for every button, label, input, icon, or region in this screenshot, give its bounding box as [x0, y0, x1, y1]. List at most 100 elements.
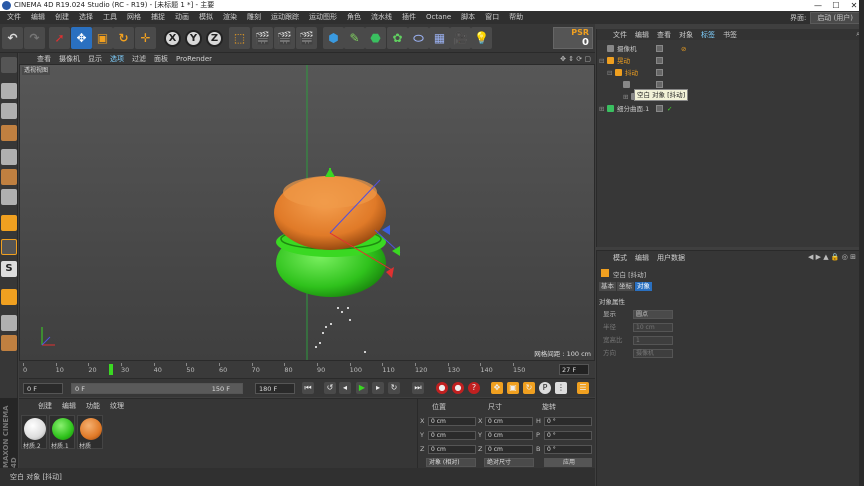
start-frame-field[interactable]: 0 F: [23, 383, 63, 394]
x-axis-lock-button[interactable]: X: [164, 30, 181, 47]
menu-create[interactable]: 创建: [50, 11, 74, 24]
menu-help[interactable]: 帮助: [504, 11, 528, 24]
menu-character[interactable]: 角色: [342, 11, 366, 24]
scale-tool-icon[interactable]: ▣: [92, 27, 113, 49]
menu-octane[interactable]: Octane: [421, 11, 456, 24]
points-mode-icon[interactable]: [1, 149, 17, 165]
key-position-button[interactable]: ✥: [491, 382, 503, 394]
tab-basic[interactable]: 基本: [599, 282, 616, 291]
viewport-nav-icons[interactable]: ✥ ⇕ ⟳ ▢: [560, 55, 591, 63]
timeline[interactable]: 0 10 20 30 40 50 60 70 80 90 100 110 120 130 140 150 27…: [19, 361, 595, 379]
previous-key-button[interactable]: ↺: [324, 382, 336, 394]
menu-select[interactable]: 选择: [74, 11, 98, 24]
object-name[interactable]: 摄像机: [617, 44, 637, 54]
axis-mode-icon[interactable]: [1, 215, 17, 231]
previous-frame-button[interactable]: ◂: [339, 382, 351, 394]
material-menu-texture[interactable]: 纹理: [105, 401, 129, 411]
expand-icon[interactable]: ⊞: [623, 92, 628, 102]
menu-tools[interactable]: 工具: [98, 11, 122, 24]
om-menu-bookmarks[interactable]: 书签: [719, 30, 741, 40]
menu-motion-tracking[interactable]: 运动跟踪: [266, 11, 304, 24]
object-name[interactable]: 晃动: [617, 56, 630, 66]
size-y-field[interactable]: 0 cm: [485, 431, 533, 440]
end-frame-field[interactable]: 180 F: [255, 383, 295, 394]
redo-button[interactable]: ↷: [24, 27, 45, 49]
deformer-icon[interactable]: ⬭: [408, 27, 429, 49]
render-view-icon[interactable]: 🎬: [252, 27, 273, 49]
pos-y-field[interactable]: 0 cm: [428, 431, 476, 440]
workplane-mode-icon[interactable]: [1, 125, 17, 141]
pos-x-field[interactable]: 0 cm: [428, 417, 476, 426]
layout-select[interactable]: 启动 (用户): [810, 11, 860, 24]
autokey-button[interactable]: ●: [452, 382, 464, 394]
frame-range-slider[interactable]: 0 F 150 F: [71, 383, 243, 394]
pen-spline-icon[interactable]: ✎: [344, 27, 365, 49]
grid-workplane-icon[interactable]: [1, 335, 17, 351]
expand-icon[interactable]: ⊟: [607, 68, 612, 78]
viewport-menu-camera[interactable]: 摄像机: [55, 54, 84, 64]
viewport-menu-filter[interactable]: 过滤: [128, 54, 150, 64]
key-point-level-button[interactable]: ⋮: [555, 382, 567, 394]
rotate-tool-icon[interactable]: ↻: [113, 27, 134, 49]
material-menu-edit[interactable]: 编辑: [57, 401, 81, 411]
rot-h-field[interactable]: 0 °: [544, 417, 592, 426]
menu-snap[interactable]: 捕捉: [146, 11, 170, 24]
light-icon[interactable]: 💡: [471, 27, 492, 49]
material-swatch[interactable]: 材质.2: [21, 415, 47, 450]
visibility-toggle[interactable]: [656, 45, 663, 52]
expand-icon[interactable]: ⊞: [599, 104, 604, 114]
om-menu-tags[interactable]: 标签: [697, 30, 719, 40]
am-menu-edit[interactable]: 编辑: [631, 253, 653, 263]
menu-simulate[interactable]: 模拟: [194, 11, 218, 24]
object-name[interactable]: 细分曲面.1: [617, 104, 649, 114]
render-picture-viewer-icon[interactable]: 🎬: [274, 27, 295, 49]
lock-workplane-icon[interactable]: [1, 315, 17, 331]
aspect-ratio-field[interactable]: 1: [633, 336, 673, 345]
menu-file[interactable]: 文件: [2, 11, 26, 24]
enabled-check-icon[interactable]: ✓: [667, 104, 672, 114]
apply-button[interactable]: 应用: [544, 458, 592, 467]
render-settings-icon[interactable]: 🎬: [296, 27, 317, 49]
menu-pipeline[interactable]: 流水线: [366, 11, 397, 24]
next-key-button[interactable]: ↻: [388, 382, 400, 394]
z-axis-lock-button[interactable]: Z: [206, 30, 223, 47]
om-menu-object[interactable]: 对象: [675, 30, 697, 40]
cube-primitive-icon[interactable]: ⬢: [323, 27, 344, 49]
am-menu-mode[interactable]: 模式: [609, 253, 631, 263]
timeline-menu-button[interactable]: ☰: [577, 382, 589, 394]
object-name[interactable]: 抖动: [625, 68, 638, 78]
snap-icon[interactable]: S: [1, 261, 17, 277]
menu-mograph[interactable]: 运动图形: [304, 11, 342, 24]
om-menu-edit[interactable]: 编辑: [631, 30, 653, 40]
viewport-menu-panel[interactable]: 面板: [150, 54, 172, 64]
camera-icon[interactable]: 🎥: [450, 27, 471, 49]
viewport-menu-display[interactable]: 显示: [84, 54, 106, 64]
menu-animate[interactable]: 动画: [170, 11, 194, 24]
menu-window[interactable]: 窗口: [480, 11, 504, 24]
coordinate-mode-select[interactable]: 对象 (相对): [426, 458, 476, 467]
protection-tag-icon[interactable]: ⊘: [681, 44, 686, 54]
rot-b-field[interactable]: 0 °: [544, 445, 592, 454]
key-parameter-button[interactable]: P: [539, 382, 551, 394]
next-frame-button[interactable]: ▸: [372, 382, 384, 394]
model-mode-icon[interactable]: [1, 83, 17, 99]
recent-tool-icon[interactable]: ✛: [135, 27, 156, 49]
keyframe-selection-button[interactable]: ?: [468, 382, 480, 394]
record-button[interactable]: ●: [436, 382, 448, 394]
live-select-icon[interactable]: ➚: [49, 27, 70, 49]
right-edge-scrollbar[interactable]: [859, 0, 864, 486]
y-axis-lock-button[interactable]: Y: [185, 30, 202, 47]
make-editable-icon[interactable]: [1, 57, 17, 73]
menu-plugins[interactable]: 插件: [397, 11, 421, 24]
maximize-button[interactable]: ☐: [830, 0, 842, 11]
visibility-toggle[interactable]: [656, 105, 663, 112]
menu-render[interactable]: 渲染: [218, 11, 242, 24]
object-row-jitter[interactable]: ⊟ 抖动: [597, 68, 864, 78]
am-menu-userdata[interactable]: 用户数据: [653, 253, 689, 263]
magnet-icon[interactable]: [1, 289, 17, 305]
texture-mode-icon[interactable]: [1, 103, 17, 119]
display-select[interactable]: 圆点: [633, 310, 673, 319]
viewport-menu-prorender[interactable]: ProRender: [172, 55, 216, 63]
object-row-camera[interactable]: 摄像机 ⊘: [597, 44, 864, 54]
om-menu-view[interactable]: 查看: [653, 30, 675, 40]
